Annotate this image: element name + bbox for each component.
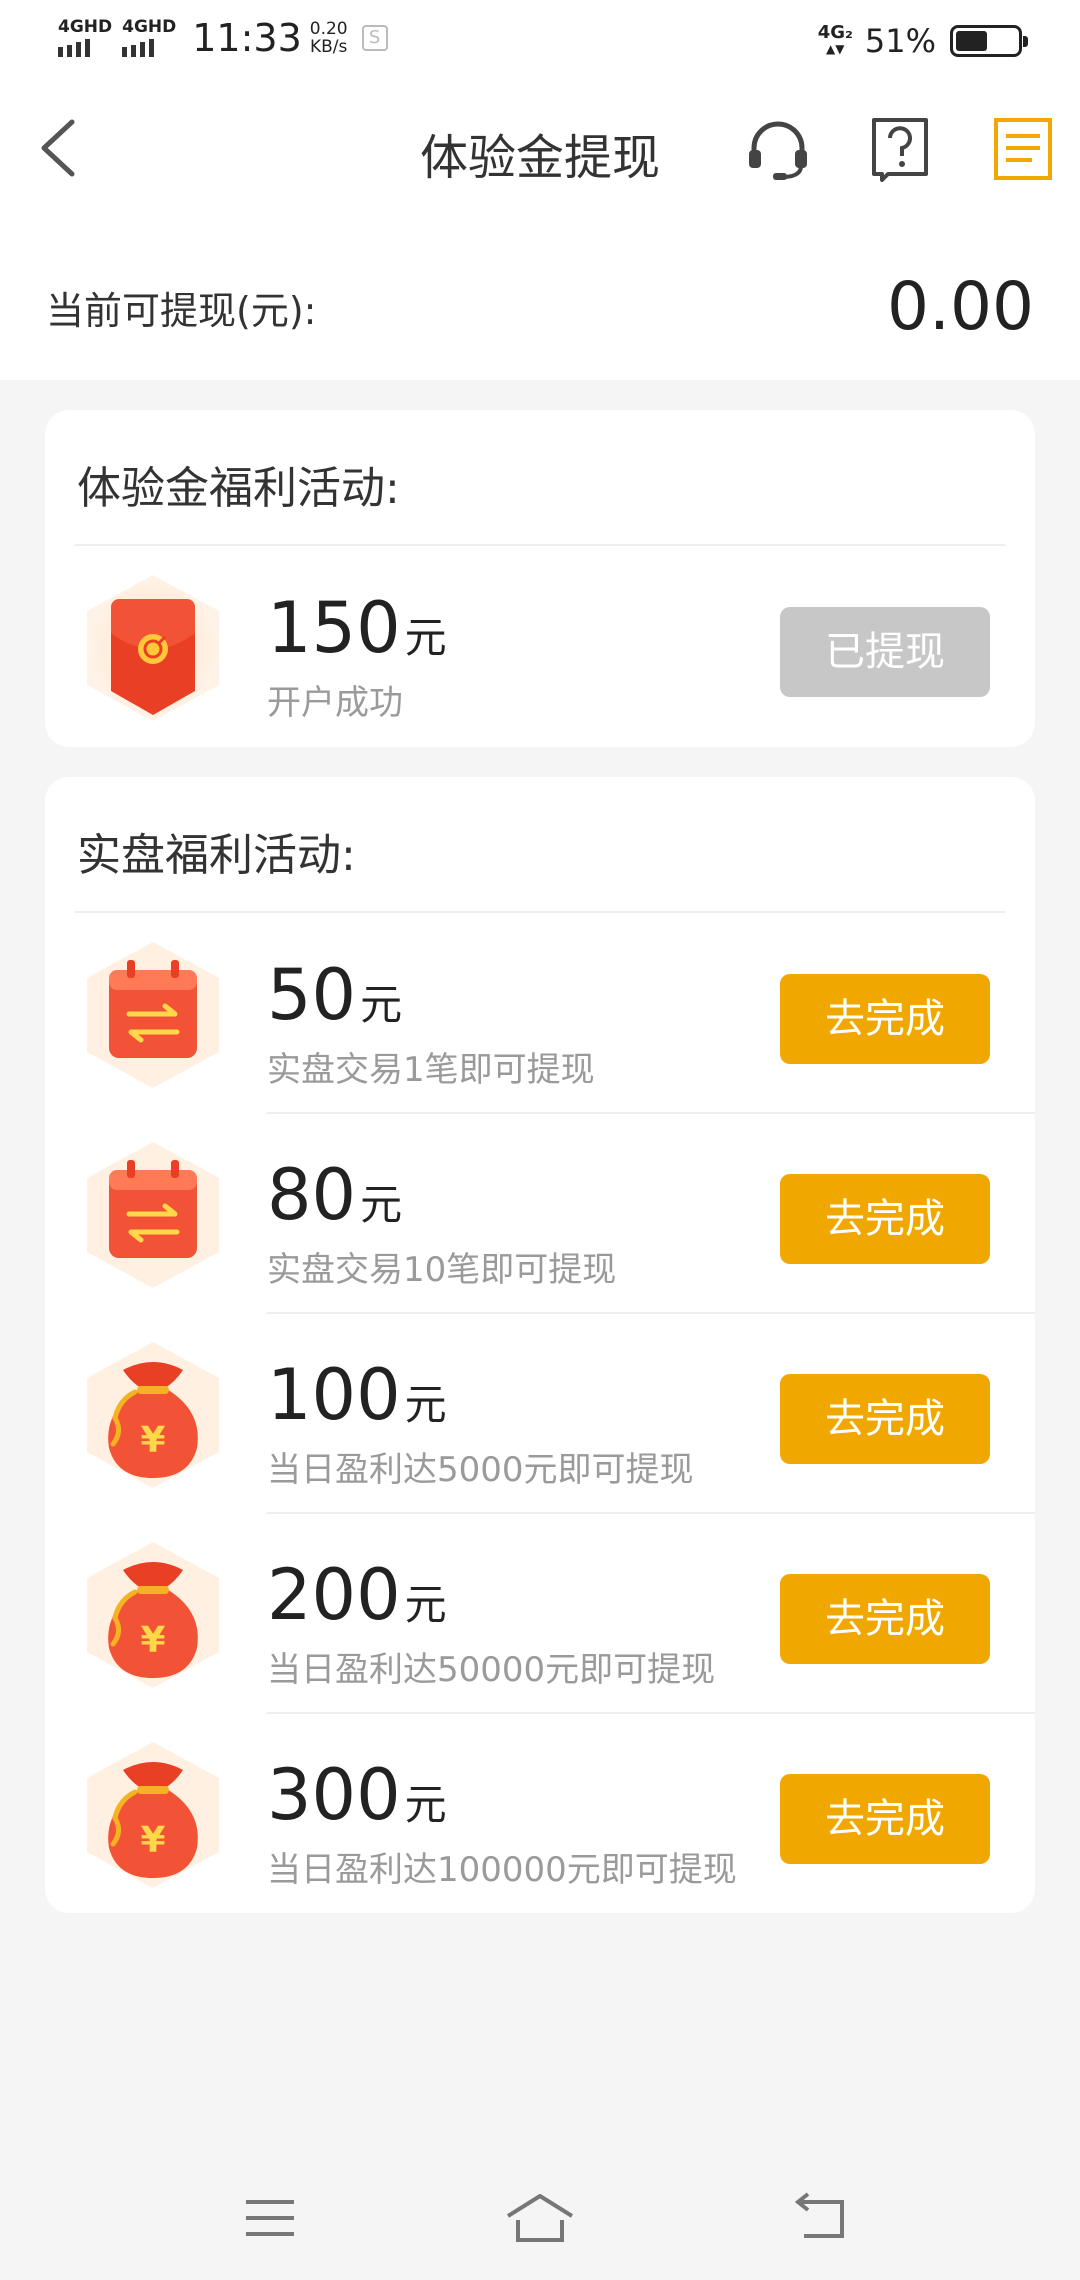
- home-icon: [506, 2194, 574, 2242]
- amount-value: 100: [267, 1354, 401, 1436]
- real-activity-card: 实盘福利活动: 50元 实盘交易1笔即可提现 去完成 80元 实盘交易10笔即可…: [45, 777, 1035, 1913]
- records-button[interactable]: [990, 116, 1056, 182]
- amount-value: 50: [267, 954, 357, 1036]
- reward-description: 实盘交易1笔即可提现: [267, 1050, 595, 1090]
- experience-activity-card: 体验金福利活动: 150元 开户成功 已提现: [45, 410, 1035, 747]
- customer-service-button[interactable]: [745, 116, 811, 182]
- balance-value: 0.00: [887, 268, 1034, 345]
- reward-amount: 50元: [267, 960, 402, 1032]
- complete-task-button[interactable]: 去完成: [780, 1574, 990, 1664]
- status-time: 11:33: [192, 16, 302, 60]
- amount-unit: 元: [404, 1780, 447, 1829]
- exchange-card-icon: [83, 940, 223, 1090]
- signal-sim2-icon: 4GHD: [122, 19, 176, 57]
- notification-s-icon: S: [361, 25, 388, 51]
- amount-unit: 元: [404, 613, 447, 662]
- amount-unit: 元: [360, 980, 403, 1029]
- reward-description: 当日盈利达5000元即可提现: [267, 1450, 694, 1490]
- reward-amount: 200元: [267, 1560, 447, 1632]
- reward-description: 当日盈利达50000元即可提现: [267, 1650, 716, 1690]
- svg-text:¥: ¥: [140, 1420, 165, 1461]
- list-item: 50元 实盘交易1笔即可提现 去完成: [45, 914, 1035, 1114]
- signal-sim1-icon: 4GHD: [58, 19, 112, 57]
- amount-value: 150: [267, 587, 401, 669]
- amount-unit: 元: [404, 1380, 447, 1429]
- sim2-label: 4GHD: [122, 17, 177, 37]
- speed-unit: KB/s: [309, 37, 348, 57]
- amount-unit: 元: [404, 1580, 447, 1629]
- reward-amount: 300元: [267, 1760, 447, 1832]
- help-button[interactable]: [868, 116, 934, 182]
- list-item: ¥ 100元 当日盈利达5000元即可提现 去完成: [45, 1314, 1035, 1514]
- battery-percent: 51%: [864, 22, 936, 60]
- svg-text:¥: ¥: [140, 1620, 165, 1661]
- reward-amount: 150元: [267, 593, 447, 665]
- menu-button[interactable]: [240, 2190, 300, 2246]
- list-item: ¥ 200元 当日盈利达50000元即可提现 去完成: [45, 1514, 1035, 1714]
- real-section-title: 实盘福利活动:: [77, 830, 356, 881]
- back-nav-button[interactable]: [790, 2190, 850, 2246]
- svg-text:¥: ¥: [140, 1820, 165, 1861]
- list-item: 150元 开户成功 已提现: [45, 547, 1035, 747]
- reward-description: 开户成功: [267, 683, 403, 723]
- amount-value: 300: [267, 1754, 401, 1836]
- divider: [75, 544, 1005, 546]
- battery-icon: [950, 25, 1028, 57]
- status-bar: 4GHD 4GHD 11:33 0.20 KB/s S 4G₂ ▲▼ 51%: [0, 0, 1080, 86]
- balance-section: 当前可提现(元): 0.00: [0, 214, 1080, 380]
- network-label: 4G₂: [817, 22, 853, 43]
- sim1-label: 4GHD: [58, 17, 113, 37]
- money-bag-icon: ¥: [83, 1340, 223, 1490]
- amount-value: 80: [267, 1154, 357, 1236]
- reward-amount: 100元: [267, 1360, 447, 1432]
- experience-section-title: 体验金福利活动:: [77, 463, 400, 514]
- money-bag-icon: ¥: [83, 1540, 223, 1690]
- divider: [75, 911, 1005, 913]
- withdrawn-button[interactable]: 已提现: [780, 607, 990, 697]
- exchange-card-icon: [83, 1140, 223, 1290]
- complete-task-button[interactable]: 去完成: [780, 974, 990, 1064]
- money-bag-icon: ¥: [83, 1740, 223, 1890]
- amount-value: 200: [267, 1554, 401, 1636]
- complete-task-button[interactable]: 去完成: [780, 1174, 990, 1264]
- red-envelope-icon: [83, 573, 223, 723]
- network-speed: 0.20 KB/s: [310, 20, 348, 56]
- return-icon: [794, 2192, 844, 2238]
- list-item: ¥ 300元 当日盈利达100000元即可提现 去完成: [45, 1714, 1035, 1913]
- menu-icon: [246, 2200, 294, 2236]
- question-icon: [872, 118, 928, 182]
- reward-description: 实盘交易10笔即可提现: [267, 1250, 617, 1290]
- document-icon: [994, 118, 1052, 180]
- battery-fill: [956, 31, 987, 51]
- speed-value: 0.20: [309, 19, 348, 39]
- system-navigation-bar: [0, 2150, 1080, 2280]
- reward-amount: 80元: [267, 1160, 402, 1232]
- complete-task-button[interactable]: 去完成: [780, 1374, 990, 1464]
- balance-label: 当前可提现(元):: [46, 289, 317, 333]
- reward-description: 当日盈利达100000元即可提现: [267, 1850, 737, 1890]
- nav-bar: 体验金提现: [0, 86, 1080, 214]
- complete-task-button[interactable]: 去完成: [780, 1774, 990, 1864]
- network-type: 4G₂ ▲▼: [817, 22, 853, 57]
- home-button[interactable]: [504, 2190, 576, 2246]
- list-item: 80元 实盘交易10笔即可提现 去完成: [45, 1114, 1035, 1314]
- amount-unit: 元: [360, 1180, 403, 1229]
- headset-icon: [749, 121, 807, 180]
